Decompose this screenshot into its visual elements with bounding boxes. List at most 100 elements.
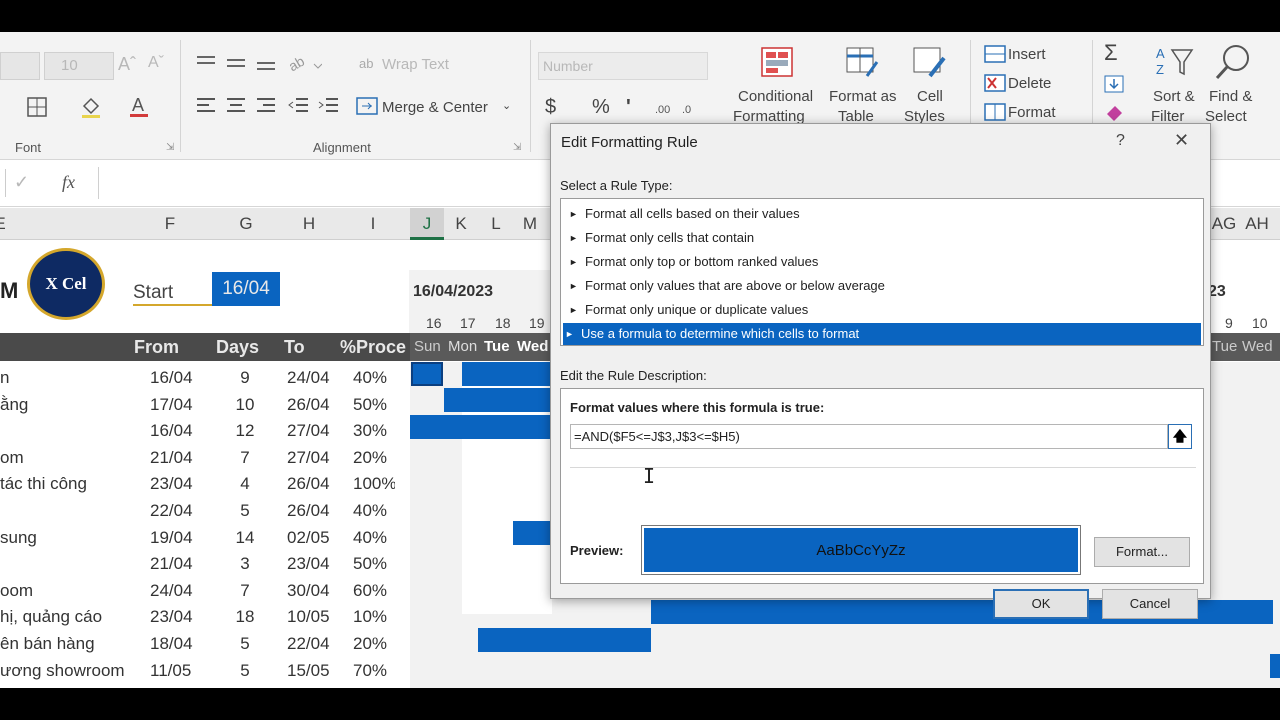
number-format-dropdown[interactable]: Number	[538, 52, 708, 80]
wrap-text-icon[interactable]: ab	[358, 54, 380, 74]
percent-icon[interactable]: %	[592, 96, 610, 119]
rule-type-item[interactable]: Format only cells that contain	[567, 227, 1199, 249]
font-color-icon[interactable]: A	[128, 94, 150, 118]
cell-from[interactable]: 16/04	[150, 421, 200, 441]
align-right-icon[interactable]	[255, 96, 277, 116]
find-select-label-2[interactable]: Select	[1205, 108, 1247, 125]
insert-label[interactable]: Insert	[1008, 46, 1046, 63]
format-cells-icon[interactable]	[984, 102, 1006, 122]
cell-from[interactable]: 17/04	[150, 395, 200, 415]
column-header-ag[interactable]: AG	[1207, 208, 1241, 240]
rule-type-item[interactable]: Format only top or bottom ranked values	[567, 251, 1199, 273]
column-header-h[interactable]: H	[289, 208, 329, 240]
cancel-button[interactable]: Cancel	[1102, 589, 1198, 619]
cell-pct[interactable]: 50%	[353, 395, 395, 415]
cell-pct[interactable]: 20%	[353, 634, 395, 654]
name-box[interactable]	[0, 169, 6, 197]
cell-to[interactable]: 26/04	[287, 474, 337, 494]
cell-styles-icon[interactable]	[912, 46, 946, 78]
cell-task[interactable]: tác thi công	[0, 474, 130, 494]
cell-to[interactable]: 30/04	[287, 581, 337, 601]
column-header-l[interactable]: L	[479, 208, 513, 240]
format-button[interactable]: Format...	[1094, 537, 1190, 567]
cell-from[interactable]: 21/04	[150, 554, 200, 574]
delete-icon[interactable]	[984, 73, 1006, 93]
merge-center-icon[interactable]	[356, 96, 378, 116]
cell-pct[interactable]: 40%	[353, 528, 395, 548]
sort-filter-label-1[interactable]: Sort &	[1153, 88, 1195, 105]
conditional-formatting-icon[interactable]	[760, 46, 794, 78]
cell-pct[interactable]: 30%	[353, 421, 395, 441]
cell-to[interactable]: 24/04	[287, 368, 337, 388]
rule-type-item[interactable]: Format only values that are above or bel…	[567, 275, 1199, 297]
format-label[interactable]: Format	[1008, 104, 1056, 121]
cell-pct[interactable]: 40%	[353, 368, 395, 388]
cell-to[interactable]: 26/04	[287, 395, 337, 415]
cell-days[interactable]: 3	[230, 554, 260, 574]
column-header-g[interactable]: G	[226, 208, 266, 240]
cell-from[interactable]: 18/04	[150, 634, 200, 654]
cell-to[interactable]: 26/04	[287, 501, 337, 521]
insert-function-icon[interactable]: fx	[62, 172, 75, 193]
find-select-icon[interactable]	[1214, 42, 1254, 82]
format-as-table-label-1[interactable]: Format as	[829, 88, 897, 105]
cell-days[interactable]: 5	[230, 501, 260, 521]
formula-input[interactable]: =AND($F5<=J$3,J$3<=$H5)	[570, 424, 1168, 449]
cell-days[interactable]: 12	[230, 421, 260, 441]
merge-center-label[interactable]: Merge & Center	[382, 99, 488, 116]
cell-from[interactable]: 19/04	[150, 528, 200, 548]
cell-days[interactable]: 7	[230, 581, 260, 601]
increase-decimal-icon[interactable]: .00	[655, 98, 677, 118]
align-bottom-icon[interactable]	[255, 54, 277, 72]
borders-icon[interactable]	[26, 96, 48, 118]
column-header-e[interactable]: E	[0, 208, 10, 240]
column-header-f[interactable]: F	[150, 208, 190, 240]
cell-from[interactable]: 23/04	[150, 607, 200, 627]
enter-check-icon[interactable]: ✓	[14, 172, 29, 193]
rule-type-item[interactable]: Format only unique or duplicate values	[567, 299, 1199, 321]
cell-task[interactable]: ên bán hàng	[0, 634, 130, 654]
cell-pct[interactable]: 60%	[353, 581, 395, 601]
align-middle-icon[interactable]	[225, 54, 247, 72]
cell-from[interactable]: 24/04	[150, 581, 200, 601]
orientation-icon[interactable]: ab	[288, 52, 322, 74]
column-header-i[interactable]: I	[353, 208, 393, 240]
font-name-dropdown[interactable]	[0, 52, 40, 80]
fill-icon[interactable]	[1104, 74, 1126, 94]
cell-styles-label-1[interactable]: Cell	[917, 88, 943, 105]
increase-indent-icon[interactable]	[318, 96, 340, 116]
shrink-font-icon[interactable]: Aˇ	[148, 54, 164, 72]
cell-from[interactable]: 22/04	[150, 501, 200, 521]
cell-task[interactable]: om	[0, 448, 130, 468]
cell-pct[interactable]: 20%	[353, 448, 395, 468]
delete-label[interactable]: Delete	[1008, 75, 1051, 92]
column-header-m[interactable]: M	[513, 208, 547, 240]
cell-pct[interactable]: 40%	[353, 501, 395, 521]
cell-days[interactable]: 9	[230, 368, 260, 388]
cell-to[interactable]: 10/05	[287, 607, 337, 627]
cell-to[interactable]: 15/05	[287, 661, 337, 681]
help-icon[interactable]: ?	[1116, 132, 1125, 150]
rule-type-item[interactable]: Format all cells based on their values	[567, 203, 1199, 225]
currency-icon[interactable]: $	[545, 96, 556, 119]
cell-days[interactable]: 14	[230, 528, 260, 548]
column-header-ah[interactable]: AH	[1240, 208, 1274, 240]
cell-from[interactable]: 16/04	[150, 368, 200, 388]
conditional-formatting-label-1[interactable]: Conditional	[738, 88, 813, 105]
cell-days[interactable]: 10	[230, 395, 260, 415]
wrap-text-label[interactable]: Wrap Text	[382, 56, 449, 73]
fill-color-icon[interactable]	[80, 96, 102, 118]
insert-icon[interactable]	[984, 44, 1006, 64]
cell-pct[interactable]: 10%	[353, 607, 395, 627]
cell-task[interactable]: n	[0, 368, 130, 388]
cell-from[interactable]: 21/04	[150, 448, 200, 468]
find-select-label-1[interactable]: Find &	[1209, 88, 1252, 105]
collapse-dialog-button[interactable]: 🡅	[1168, 424, 1192, 449]
cell-to[interactable]: 02/05	[287, 528, 337, 548]
font-size-dropdown[interactable]: 10	[44, 52, 114, 80]
cell-from[interactable]: 23/04	[150, 474, 200, 494]
align-center-icon[interactable]	[225, 96, 247, 116]
alignment-dialog-launcher-icon[interactable]: ⇲	[513, 142, 521, 153]
autosum-icon[interactable]: Σ	[1104, 40, 1118, 66]
cell-days[interactable]: 5	[230, 661, 260, 681]
